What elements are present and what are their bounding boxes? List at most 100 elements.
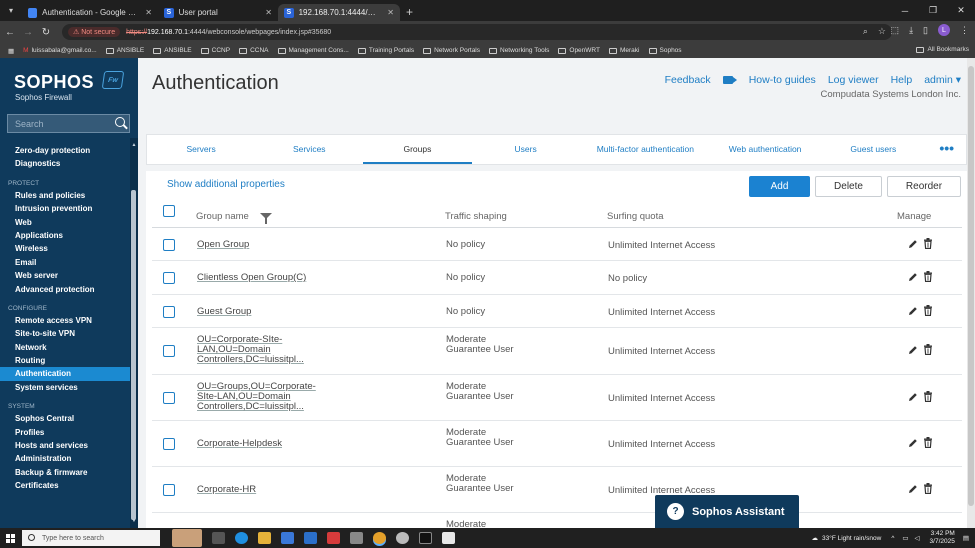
new-tab-icon[interactable]: + <box>406 5 413 19</box>
group-name-link[interactable]: OU=Corporate-SIte-LAN,OU=Domain Controll… <box>197 335 312 365</box>
row-checkbox[interactable] <box>163 272 175 284</box>
log-viewer-link[interactable]: Log viewer <box>828 74 879 86</box>
sidebar-scrollbar-thumb[interactable] <box>131 190 136 520</box>
row-checkbox[interactable] <box>163 345 175 357</box>
bookmark-item[interactable]: Networking Tools <box>489 47 549 54</box>
browser-tab-webconsole[interactable]: S 192.168.70.1:4444/webconsole ✕ <box>278 4 400 21</box>
browser-tab-user-portal[interactable]: S User portal ✕ <box>158 4 278 21</box>
tab-mfa[interactable]: Multi-factor authentication <box>580 135 711 164</box>
table-row[interactable]: Corporate-Helpdesk Moderate Guarantee Us… <box>152 421 962 467</box>
sidebar-item-web[interactable]: Web <box>0 216 130 229</box>
bookmark-item[interactable]: CCNA <box>239 47 269 54</box>
more-tabs-icon[interactable]: ••• <box>927 135 966 164</box>
delete-trash-icon[interactable] <box>923 391 933 402</box>
bookmark-item[interactable]: ANSIBLE <box>105 47 144 54</box>
app-icon[interactable] <box>327 532 340 544</box>
group-name-link[interactable]: Guest Group <box>197 307 312 317</box>
app-icon[interactable] <box>442 532 455 544</box>
table-row[interactable]: Moderate <box>152 513 962 529</box>
bookmark-item[interactable]: CCNP <box>200 47 230 54</box>
taskbar-cortana-image[interactable] <box>172 529 202 547</box>
sidebar-item-routing[interactable]: Routing <box>0 354 130 367</box>
table-row[interactable]: OU=Groups,OU=Corporate-SIte-LAN,OU=Domai… <box>152 375 962 421</box>
row-checkbox[interactable] <box>163 306 175 318</box>
feedback-link[interactable]: Feedback <box>665 74 711 86</box>
page-scrollbar-thumb[interactable] <box>968 66 974 506</box>
bookmark-item[interactable]: Mluissabala@gmail.co... <box>23 47 97 54</box>
store-icon[interactable] <box>281 532 294 544</box>
bookmark-item[interactable]: Management Cons... <box>277 47 349 54</box>
url-input[interactable]: ⚠ Not secure https://192.168.70.1:4444/w… <box>62 24 892 40</box>
task-view-icon[interactable] <box>212 532 225 544</box>
clock[interactable]: 3:42 PM 3/7/2025 <box>930 530 955 546</box>
sidebar-item-backup[interactable]: Backup & firmware <box>0 466 130 479</box>
edge-icon[interactable] <box>235 532 248 544</box>
tab-web-authentication[interactable]: Web authentication <box>711 135 819 164</box>
page-scrollbar[interactable] <box>967 58 975 528</box>
menu-icon[interactable]: ⋮ <box>960 25 969 36</box>
profile-avatar[interactable]: L <box>938 24 950 36</box>
not-secure-badge[interactable]: ⚠ Not secure <box>68 27 121 37</box>
add-button[interactable]: Add <box>749 176 810 197</box>
bookmark-item[interactable]: ANSIBLE <box>153 47 192 54</box>
show-additional-properties-link[interactable]: Show additional properties <box>167 179 285 190</box>
sophos-assistant-button[interactable]: ? Sophos Assistant <box>655 495 799 528</box>
table-row[interactable]: Open Group No policy Unlimited Internet … <box>152 228 962 261</box>
sidebar-item-profiles[interactable]: Profiles <box>0 426 130 439</box>
sidebar-item-ips[interactable]: Intrusion prevention <box>0 202 130 215</box>
tray-chevron-icon[interactable]: ^ <box>891 535 894 542</box>
sidebar-item-applications[interactable]: Applications <box>0 229 130 242</box>
close-icon[interactable]: ✕ <box>145 8 152 17</box>
row-checkbox[interactable] <box>163 239 175 251</box>
tab-services[interactable]: Services <box>255 135 363 164</box>
row-checkbox[interactable] <box>163 392 175 404</box>
table-row[interactable]: Guest Group No policy Unlimited Internet… <box>152 295 962 328</box>
sidebar-item-certificates[interactable]: Certificates <box>0 479 130 492</box>
all-bookmarks[interactable]: All Bookmarks <box>916 46 969 53</box>
tab-search-icon[interactable]: ▾ <box>0 6 22 15</box>
sidebar-item-remote-vpn[interactable]: Remote access VPN <box>0 314 130 327</box>
settings-gear-icon[interactable] <box>350 532 363 544</box>
mail-icon[interactable] <box>304 532 317 544</box>
sidebar-item-diagnostics[interactable]: Diagnostics <box>0 157 130 170</box>
app-icon[interactable] <box>396 532 409 544</box>
close-window-icon[interactable]: ✕ <box>947 5 975 16</box>
group-name-link[interactable]: Clientless Open Group(C) <box>197 273 327 283</box>
terminal-icon[interactable] <box>419 532 432 544</box>
bookmark-item[interactable]: Sophos <box>648 47 682 54</box>
browser-tab-docs[interactable]: Authentication - Google Docs ✕ <box>22 4 158 21</box>
network-icon[interactable]: ▭ <box>902 534 908 542</box>
row-checkbox[interactable] <box>163 438 175 450</box>
file-explorer-icon[interactable] <box>258 532 271 544</box>
group-name-link[interactable]: Open Group <box>197 240 312 250</box>
delete-trash-icon[interactable] <box>923 344 933 355</box>
group-name-link[interactable]: Corporate-HR <box>197 485 312 495</box>
tab-guest-users[interactable]: Guest users <box>819 135 927 164</box>
table-row[interactable]: Clientless Open Group(C) No policy No po… <box>152 261 962 295</box>
weather-icon[interactable]: ☁ <box>811 534 818 542</box>
delete-trash-icon[interactable] <box>923 238 933 249</box>
reload-icon[interactable]: ↻ <box>38 27 54 38</box>
sidebar-item-system-services[interactable]: System services <box>0 381 130 394</box>
chrome-icon[interactable] <box>373 532 386 544</box>
delete-trash-icon[interactable] <box>923 437 933 448</box>
howto-link[interactable]: How-to guides <box>722 74 816 86</box>
sidebar-item-zero-day[interactable]: Zero-day protection <box>0 144 130 157</box>
sidebar-item-advanced-protection[interactable]: Advanced protection <box>0 283 130 296</box>
sidebar-item-network[interactable]: Network <box>0 341 130 354</box>
sidebar-item-web-server[interactable]: Web server <box>0 269 130 282</box>
sidebar-item-wireless[interactable]: Wireless <box>0 242 130 255</box>
bookmark-item[interactable]: Training Portals <box>357 47 414 54</box>
windows-start-icon[interactable] <box>0 533 20 543</box>
bookmark-item[interactable]: Meraki <box>608 47 640 54</box>
edit-pencil-icon[interactable] <box>908 345 918 355</box>
forward-icon[interactable]: → <box>20 27 36 38</box>
weather-text[interactable]: 33°F Light rain/snow <box>822 535 881 542</box>
edit-pencil-icon[interactable] <box>908 239 918 249</box>
sidebar-item-sophos-central[interactable]: Sophos Central <box>0 412 130 425</box>
sidebar-item-site-vpn[interactable]: Site-to-site VPN <box>0 327 130 340</box>
delete-trash-icon[interactable] <box>923 483 933 494</box>
edit-pencil-icon[interactable] <box>908 392 918 402</box>
delete-trash-icon[interactable] <box>923 271 933 282</box>
sidebar-item-rules[interactable]: Rules and policies <box>0 189 130 202</box>
